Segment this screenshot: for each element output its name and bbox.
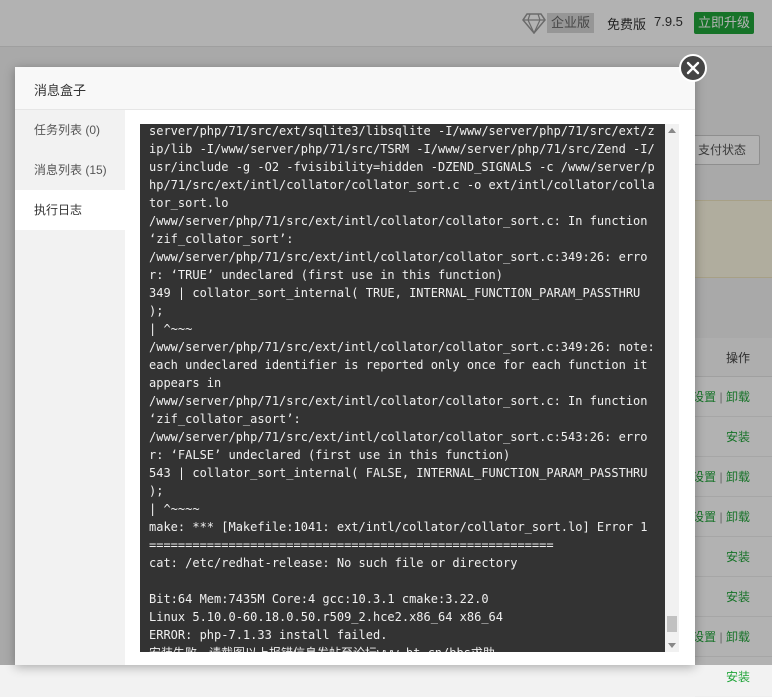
row-action-link[interactable]: 安装 <box>726 670 750 684</box>
modal-title: 消息盒子 <box>34 83 87 98</box>
close-button[interactable] <box>679 54 707 82</box>
scroll-down-arrow-icon[interactable] <box>668 643 676 648</box>
log-line: ); <box>149 304 164 318</box>
log-line: cat: /etc/redhat-release: No such file o… <box>149 556 518 570</box>
modal-header: 消息盒子 <box>15 67 695 110</box>
log-line: /www/server/php/71/src/ext/intl/collator… <box>149 214 648 228</box>
nav-item-message-list[interactable]: 消息列表 (15) <box>15 150 125 190</box>
log-line: tor_sort.lo <box>149 196 229 210</box>
log-line: /www/server/php/71/src/ext/intl/collator… <box>149 430 648 444</box>
execution-log-panel[interactable]: server/php/71/src/ext/sqlite3/libsqlite … <box>140 124 679 652</box>
log-line: r: ‘FALSE’ undeclared (first use in this… <box>149 448 511 462</box>
log-line: ‘zif_collator_sort’: <box>149 232 294 246</box>
log-line: /www/server/php/71/src/ext/intl/collator… <box>149 394 648 408</box>
modal-side-nav: 任务列表 (0) 消息列表 (15) 执行日志 <box>15 110 125 665</box>
log-line: hp/71/src/ext/intl/collator/collator_sor… <box>149 178 655 192</box>
nav-item-execution-log[interactable]: 执行日志 <box>15 190 125 230</box>
log-line: usr/include -g -O2 -fvisibility=hidden -… <box>149 160 655 174</box>
log-line: ); <box>149 484 164 498</box>
log-line: ‘zif_collator_asort’: <box>149 412 301 426</box>
log-line: | ^~~~~ <box>149 502 200 516</box>
row-actions: 安装 <box>726 668 750 685</box>
log-line: /www/server/php/71/src/ext/intl/collator… <box>149 250 648 264</box>
log-line: Bit:64 Mem:7435M Core:4 gcc:10.3.1 cmake… <box>149 592 489 606</box>
log-line: ip/lib -I/www/server/php/71/src/TSRM -I/… <box>149 142 655 156</box>
log-line: | ^~~~ <box>149 322 193 336</box>
log-line: ========================================… <box>149 538 554 552</box>
log-line: 349 | collator_sort_internal( TRUE, INTE… <box>149 286 641 300</box>
log-line: server/php/71/src/ext/sqlite3/libsqlite … <box>149 124 655 138</box>
log-line: make: *** [Makefile:1041: ext/intl/colla… <box>149 520 648 534</box>
log-line: each undeclared identifier is reported o… <box>149 358 648 372</box>
log-output: server/php/71/src/ext/sqlite3/libsqlite … <box>149 124 655 652</box>
log-line: ERROR: php-7.1.33 install failed. <box>149 628 388 642</box>
message-box-modal: 消息盒子 任务列表 (0) 消息列表 (15) 执行日志 server/php/… <box>15 67 695 665</box>
log-line: /www/server/php/71/src/ext/intl/collator… <box>149 340 655 354</box>
log-line: Linux 5.10.0-60.18.0.50.r509_2.hce2.x86_… <box>149 610 504 624</box>
log-line: 543 | collator_sort_internal( FALSE, INT… <box>149 466 648 480</box>
scroll-thumb[interactable] <box>667 616 677 632</box>
log-scrollbar[interactable] <box>665 124 679 652</box>
nav-item-task-list[interactable]: 任务列表 (0) <box>15 110 125 150</box>
close-icon <box>686 61 700 75</box>
log-line: 安装失败，请截图以上报错信息发帖至论坛www.bt.cn/bbs求助 <box>149 644 649 652</box>
scroll-up-arrow-icon[interactable] <box>668 128 676 133</box>
log-line: r: ‘TRUE’ undeclared (first use in this … <box>149 268 504 282</box>
log-line: appears in <box>149 376 222 390</box>
